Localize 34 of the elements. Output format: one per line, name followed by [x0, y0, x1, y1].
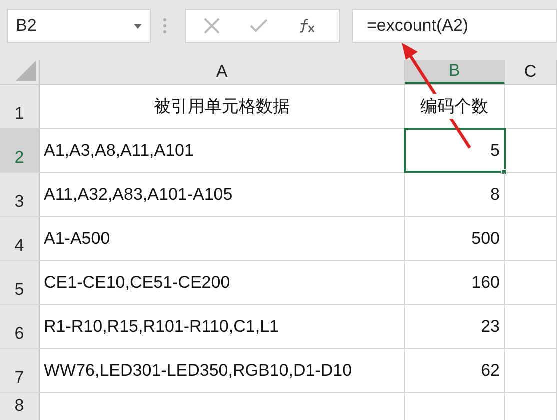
row-header[interactable]: 2 [0, 129, 40, 172]
row-header[interactable]: 6 [0, 305, 40, 348]
formula-input[interactable]: =excount(A2) [352, 9, 557, 43]
row-header[interactable]: 1 [0, 85, 40, 128]
fill-handle[interactable] [501, 169, 507, 175]
formula-text: =excount(A2) [367, 15, 469, 38]
table-cell[interactable]: R1-R10,R15,R101-R110,C1,L1 [40, 305, 405, 348]
function-icon[interactable] [298, 18, 316, 34]
row-header[interactable]: 3 [0, 173, 40, 216]
column-header[interactable]: C [505, 60, 557, 84]
table-cell[interactable]: A1,A3,A8,A11,A101 [40, 129, 405, 172]
row-header[interactable]: 8 [0, 393, 40, 420]
name-box[interactable]: B2 [7, 9, 151, 43]
row-header[interactable]: 7 [0, 349, 40, 392]
table-cell[interactable]: 160 [405, 261, 505, 304]
cell-reference: B2 [16, 15, 37, 38]
column-header[interactable]: B [405, 60, 505, 84]
table-cell[interactable]: 23 [405, 305, 505, 348]
table-cell[interactable]: 编码个数 [405, 85, 505, 128]
cancel-icon[interactable] [204, 18, 220, 34]
table-cell[interactable]: CE1-CE10,CE51-CE200 [40, 261, 405, 304]
table-cell[interactable]: A11,A32,A83,A101-A105 [40, 173, 405, 216]
table-cell[interactable]: 8 [405, 173, 505, 216]
dropdown-caret-icon [134, 24, 142, 28]
row-header[interactable]: 5 [0, 261, 40, 304]
table-cell[interactable]: 被引用单元格数据 [40, 85, 405, 128]
row-header[interactable]: 4 [0, 217, 40, 260]
table-cell[interactable]: A1-A500 [40, 217, 405, 260]
check-icon[interactable] [250, 19, 268, 33]
table-cell[interactable]: 62 [405, 349, 505, 392]
table-cell[interactable]: 5 [405, 129, 505, 172]
table-cell[interactable]: 500 [405, 217, 505, 260]
grip-dots-icon [163, 18, 167, 34]
select-all-corner-icon[interactable] [16, 61, 36, 81]
